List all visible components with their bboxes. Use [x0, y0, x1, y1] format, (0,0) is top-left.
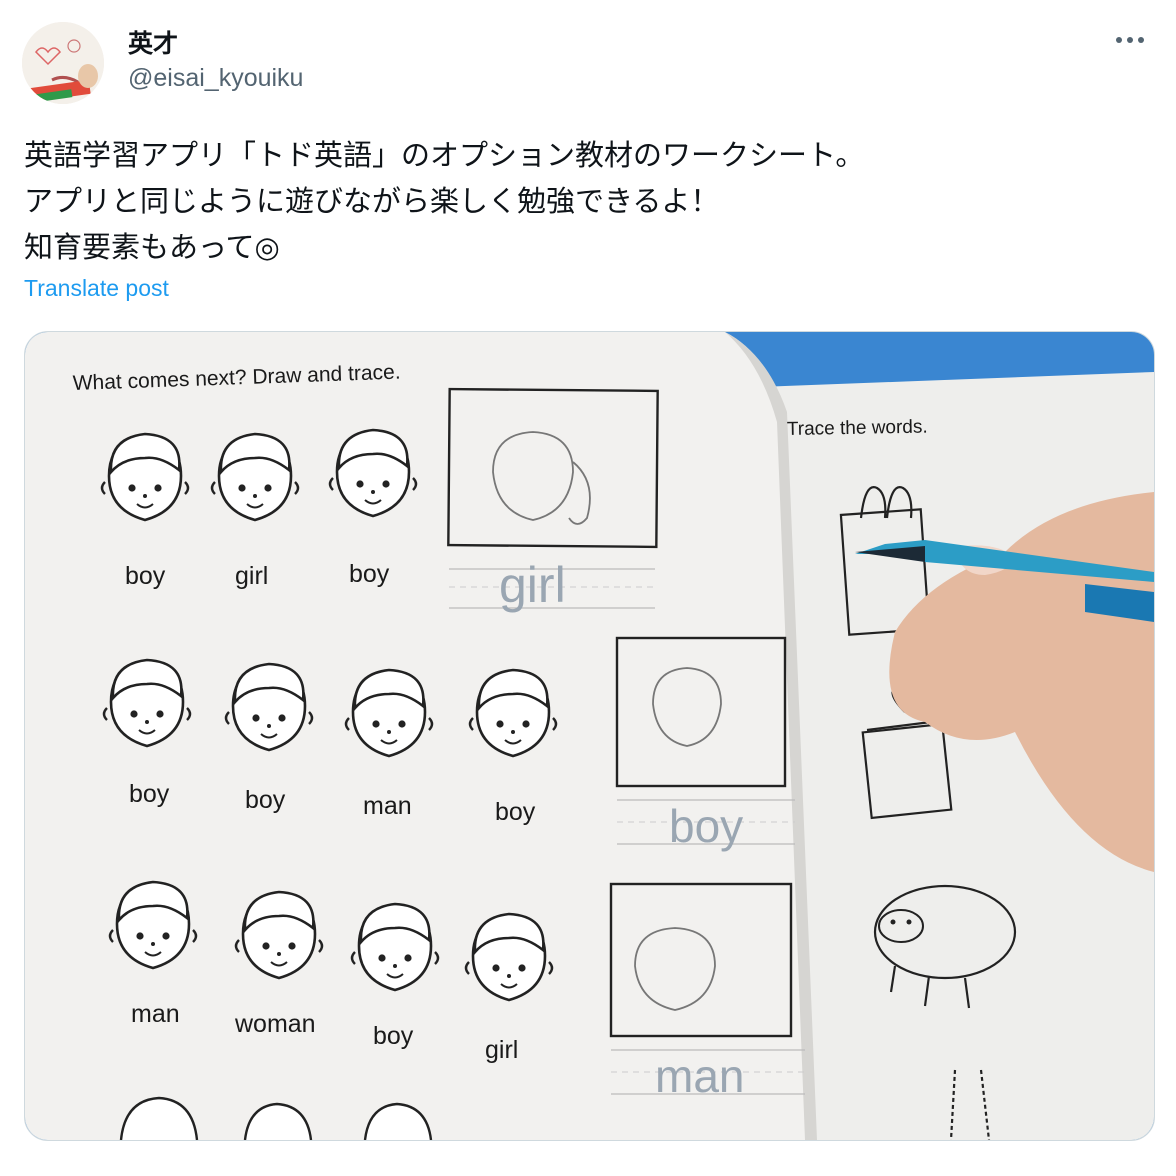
- row2-label-4: boy: [495, 798, 536, 826]
- worksheet-right-title: Trace the words.: [787, 417, 928, 440]
- row2-label-1: boy: [129, 780, 170, 808]
- traced-word-2: boy: [669, 800, 743, 852]
- author-avatar[interactable]: [22, 22, 104, 104]
- traced-word-1: girl: [499, 557, 566, 613]
- row3-label-1: man: [131, 1000, 180, 1028]
- translate-post-link[interactable]: Translate post: [24, 275, 169, 302]
- author-name[interactable]: 英才: [128, 24, 178, 60]
- row3-label-4: girl: [485, 1036, 518, 1064]
- more-horizontal-icon[interactable]: [1108, 30, 1152, 50]
- post-photo[interactable]: What comes next? Draw and trace. Trace t…: [24, 331, 1155, 1141]
- row3-label-3: boy: [373, 1022, 414, 1050]
- row1-label-3: boy: [349, 560, 390, 588]
- traced-word-3: man: [655, 1050, 744, 1102]
- post-text: 英語学習アプリ「トド英語」のオプション教材のワークシート。 アプリと同じように遊…: [24, 138, 865, 264]
- row2-label-2: boy: [245, 786, 286, 814]
- row1-label-2: girl: [235, 562, 268, 590]
- author-handle[interactable]: @eisai_kyouiku: [128, 64, 303, 93]
- row2-label-3: man: [363, 792, 412, 820]
- row1-label-1: boy: [125, 562, 166, 590]
- row3-label-2: woman: [234, 1010, 316, 1038]
